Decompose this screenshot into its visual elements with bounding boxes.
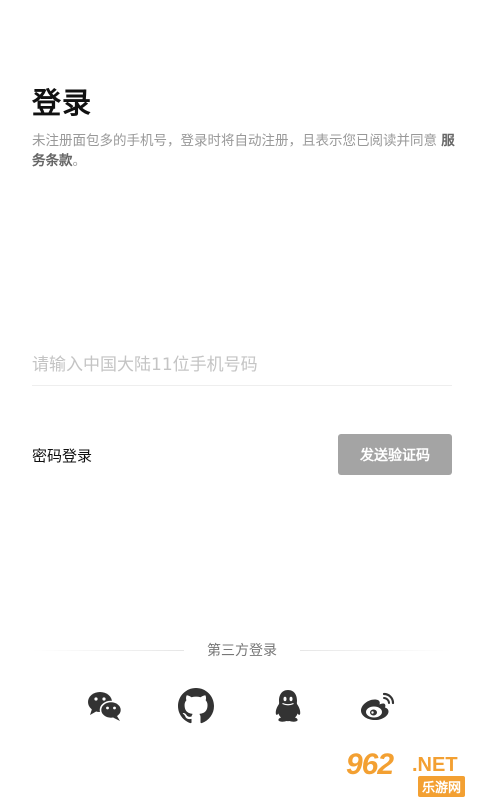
github-icon [178,688,214,724]
third-party-divider: 第三方登录 [32,640,452,662]
watermark-site: 乐游网 [418,776,466,797]
password-login-link[interactable]: 密码登录 [32,445,92,466]
phone-input[interactable] [32,345,452,386]
qq-login-button[interactable] [268,686,308,726]
github-login-button[interactable] [176,686,216,726]
weibo-icon [361,692,395,720]
wechat-login-button[interactable] [85,686,125,726]
notice-end: 。 [72,153,87,169]
send-code-button[interactable]: 发送验证码 [338,434,452,475]
wechat-icon [88,692,123,721]
weibo-login-button[interactable] [358,686,398,726]
notice-text: 未注册面包多的手机号，登录时将自动注册，且表示您已阅读并同意 [32,133,442,149]
page-title: 登录 [32,86,93,120]
watermark-suffix: .NET [412,754,458,776]
watermark-logo: 962 .NET 乐游网 [340,748,480,797]
registration-notice: 未注册面包多的手机号，登录时将自动注册，且表示您已阅读并同意 服务条款。 [32,131,456,171]
divider-line-right [300,650,452,651]
qq-icon [275,690,301,722]
watermark-number: 962 [346,748,394,781]
